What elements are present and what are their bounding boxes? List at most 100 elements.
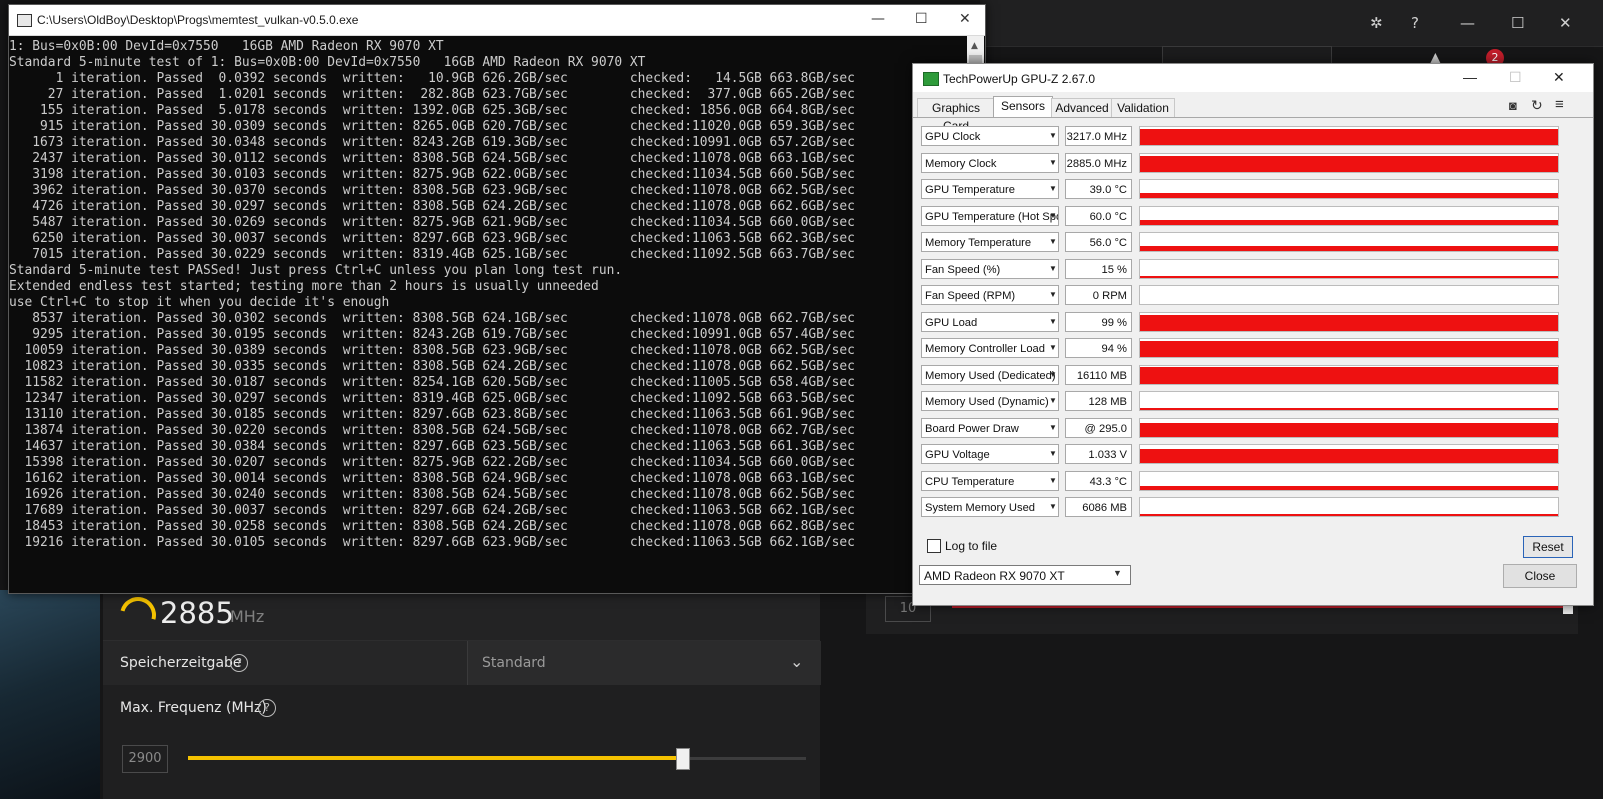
sensor-value: 99 % bbox=[1065, 311, 1132, 332]
sensor-dropdown-icon[interactable]: ▼ bbox=[1047, 391, 1059, 411]
sensor-graph-fill bbox=[1140, 366, 1558, 384]
chevron-down-icon: ▼ bbox=[1113, 568, 1122, 578]
sensor-dropdown-icon[interactable]: ▼ bbox=[1047, 232, 1059, 252]
console-title: C:\Users\OldBoy\Desktop\Progs\memtest_vu… bbox=[37, 13, 359, 27]
sensor-row: GPU Temperature (Hot Spot) ▼ 60.0 °C bbox=[919, 204, 1583, 228]
help-circle-icon[interactable]: ? bbox=[258, 699, 276, 717]
sensor-graph-fill bbox=[1140, 422, 1558, 437]
sensor-name[interactable]: Fan Speed (%) bbox=[921, 258, 1059, 279]
sensor-value: 0 RPM bbox=[1065, 285, 1132, 305]
sensor-graph-fill bbox=[1140, 341, 1558, 357]
sensor-dropdown-icon[interactable]: ▼ bbox=[1047, 206, 1059, 226]
console-titlebar: C:\Users\OldBoy\Desktop\Progs\memtest_vu… bbox=[9, 5, 985, 36]
sensor-dropdown-icon[interactable]: ▼ bbox=[1047, 471, 1059, 491]
sensor-graph bbox=[1139, 391, 1559, 411]
sensor-name[interactable]: Memory Controller Load bbox=[921, 338, 1059, 358]
close-button[interactable]: ✕ bbox=[959, 11, 971, 27]
console-app-icon bbox=[17, 14, 32, 27]
sensor-name[interactable]: Memory Used (Dedicated) bbox=[921, 364, 1059, 385]
gpuz-logo-icon bbox=[923, 72, 939, 86]
sensor-graph bbox=[1139, 497, 1559, 517]
max-frequency-slider-handle[interactable] bbox=[676, 748, 690, 770]
sensor-name[interactable]: GPU Temperature bbox=[921, 179, 1059, 199]
sensor-dropdown-icon[interactable]: ▼ bbox=[1047, 153, 1059, 173]
maximize-button[interactable]: ☐ bbox=[915, 11, 928, 27]
sensor-value: 3217.0 MHz bbox=[1065, 126, 1132, 146]
frequency-value: 2885 bbox=[160, 596, 234, 630]
sensor-name[interactable]: Fan Speed (RPM) bbox=[921, 285, 1059, 305]
memory-timing-value: Standard bbox=[482, 655, 546, 671]
maximize-icon[interactable]: ☐ bbox=[1511, 14, 1524, 32]
sensor-name[interactable]: CPU Temperature bbox=[921, 470, 1059, 491]
sensor-dropdown-icon[interactable]: ▼ bbox=[1047, 312, 1059, 332]
menu-icon[interactable]: ≡ bbox=[1555, 96, 1564, 113]
sensor-dropdown-icon[interactable]: ▼ bbox=[1047, 338, 1059, 358]
sensor-value: @ 295.0 bbox=[1065, 417, 1132, 438]
chevron-down-icon: ⌄ bbox=[790, 652, 804, 671]
sensor-value: 94 % bbox=[1065, 338, 1132, 358]
close-button[interactable]: Close bbox=[1503, 564, 1577, 588]
max-frequency-slider-fill bbox=[188, 756, 682, 760]
minimize-icon[interactable]: — bbox=[1460, 14, 1475, 32]
console-output[interactable]: 1: Bus=0x0B:00 DevId=0x7550 16GB AMD Rad… bbox=[9, 39, 964, 591]
background-app-titlebar bbox=[980, 0, 1603, 47]
refresh-icon[interactable]: ↻ bbox=[1531, 97, 1543, 114]
bug-icon[interactable]: ✲ bbox=[1370, 14, 1383, 32]
memory-timing-label: Speicherzeitgabe bbox=[120, 655, 242, 671]
sensor-name[interactable]: Board Power Draw bbox=[921, 417, 1059, 438]
close-icon[interactable]: ✕ bbox=[1559, 14, 1572, 32]
tab-advanced[interactable]: Advanced bbox=[1051, 98, 1113, 117]
tab-sensors[interactable]: Sensors bbox=[993, 96, 1053, 118]
tab-divider bbox=[913, 117, 1593, 118]
sensor-graph-fill bbox=[1140, 155, 1558, 172]
sensor-dropdown-icon[interactable]: ▼ bbox=[1047, 444, 1059, 464]
close-button[interactable]: ✕ bbox=[1553, 69, 1565, 86]
sensor-dropdown-icon[interactable]: ▼ bbox=[1047, 418, 1059, 438]
sensor-name[interactable]: GPU Voltage bbox=[921, 444, 1059, 464]
sensor-graph bbox=[1139, 285, 1559, 305]
sensor-list: GPU Clock ▼ 3217.0 MHz Memory Clock ▼ 2885.0 … bbox=[919, 124, 1583, 524]
sensor-dropdown-icon[interactable]: ▼ bbox=[1047, 259, 1059, 279]
gpuz-tabs: Graphics Card Sensors Advanced Validatio… bbox=[913, 96, 1593, 133]
sensor-value: 56.0 °C bbox=[1065, 232, 1132, 252]
console-text: 1: Bus=0x0B:00 DevId=0x7550 16GB AMD Rad… bbox=[9, 39, 855, 550]
sensor-dropdown-icon[interactable]: ▼ bbox=[1047, 126, 1059, 146]
max-frequency-input[interactable]: 2900 bbox=[122, 745, 168, 773]
sensor-dropdown-icon[interactable]: ▼ bbox=[1047, 285, 1059, 305]
sensor-graph-fill bbox=[1140, 219, 1558, 225]
sensor-row: GPU Clock ▼ 3217.0 MHz bbox=[919, 124, 1583, 148]
gpu-select-dropdown[interactable]: AMD Radeon RX 9070 XT bbox=[919, 565, 1131, 585]
sensor-graph bbox=[1139, 470, 1559, 491]
sensor-name[interactable]: System Memory Used bbox=[921, 497, 1059, 517]
log-to-file-checkbox[interactable] bbox=[927, 539, 941, 553]
minimize-button[interactable]: — bbox=[871, 11, 885, 27]
sensor-name[interactable]: Memory Temperature bbox=[921, 232, 1059, 252]
sensor-graph-fill bbox=[1140, 514, 1558, 516]
tab-graphics-card[interactable]: Graphics Card bbox=[917, 98, 995, 133]
sensor-value: 6086 MB bbox=[1065, 497, 1132, 517]
sensor-dropdown-icon[interactable]: ▼ bbox=[1047, 497, 1059, 517]
sensor-row: System Memory Used ▼ 6086 MB bbox=[919, 495, 1583, 519]
sensor-name[interactable]: GPU Temperature (Hot Spot) bbox=[921, 205, 1059, 226]
sensor-row: Board Power Draw ▼ @ 295.0 bbox=[919, 416, 1583, 440]
help-circle-icon[interactable]: ? bbox=[230, 654, 248, 672]
gpuz-titlebar: TechPowerUp GPU-Z 2.67.0 — ☐ ✕ bbox=[913, 64, 1593, 92]
reset-button[interactable]: Reset bbox=[1523, 536, 1573, 558]
gpuz-title: TechPowerUp GPU-Z 2.67.0 bbox=[943, 72, 1096, 86]
sensor-graph bbox=[1139, 152, 1559, 173]
minimize-button[interactable]: — bbox=[1463, 69, 1477, 85]
sensor-dropdown-icon[interactable]: ▼ bbox=[1047, 179, 1059, 199]
camera-icon[interactable]: ◙ bbox=[1509, 98, 1517, 113]
scroll-up-icon[interactable]: ▲ bbox=[971, 41, 978, 51]
sensor-name[interactable]: GPU Load bbox=[921, 311, 1059, 332]
tab-validation[interactable]: Validation bbox=[1111, 98, 1175, 117]
sensor-name[interactable]: Memory Clock bbox=[921, 152, 1059, 173]
sensor-value: 39.0 °C bbox=[1065, 179, 1132, 199]
console-window: C:\Users\OldBoy\Desktop\Progs\memtest_vu… bbox=[8, 4, 986, 594]
sensor-name[interactable]: GPU Clock bbox=[921, 126, 1059, 146]
sensor-graph bbox=[1139, 364, 1559, 385]
help-icon[interactable]: ? bbox=[1411, 14, 1419, 32]
sensor-name[interactable]: Memory Used (Dynamic) bbox=[921, 391, 1059, 411]
sensor-dropdown-icon[interactable]: ▼ bbox=[1047, 365, 1059, 385]
maximize-button: ☐ bbox=[1509, 69, 1522, 85]
